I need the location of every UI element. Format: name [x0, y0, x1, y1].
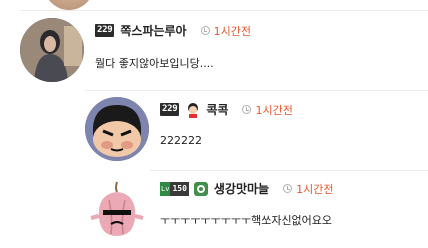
comment-text: ㅜㅜㅜㅜㅜㅜㅜㅜㅜ핵쏘자신없어요오	[160, 214, 333, 227]
divider	[150, 170, 428, 171]
character-emblem-icon	[193, 181, 208, 196]
clock-icon	[283, 184, 293, 193]
comment-text: 뭘다 좋지않아보입니당....	[95, 57, 214, 70]
nickname[interactable]: 콕콕	[206, 101, 228, 118]
timestamp: 1시간전	[255, 103, 293, 117]
avatar[interactable]	[85, 178, 149, 242]
level-prefix: Lv	[160, 181, 171, 196]
avatar-cartoon-icon	[85, 97, 149, 161]
timestamp: 1시간전	[213, 24, 251, 38]
level-badge: Lv 150	[160, 181, 189, 196]
level-badge: 229	[95, 24, 115, 37]
previous-comment-avatar[interactable]	[44, 0, 94, 10]
comment-meta: Lv 150 생강맛마늘 1시간전	[160, 180, 333, 197]
comment-meta: 229 쪽스파는루아 1시간전	[95, 22, 251, 39]
avatar-photo-icon	[20, 18, 84, 82]
timestamp: 1시간전	[296, 182, 334, 196]
avatar-garlic-icon	[85, 178, 149, 242]
level-badge: 229	[160, 103, 180, 116]
divider	[85, 90, 428, 91]
avatar[interactable]	[85, 97, 149, 161]
divider	[20, 10, 428, 11]
character-emblem-icon	[188, 102, 199, 118]
clock-icon	[200, 26, 210, 35]
nickname[interactable]: 생강맛마늘	[214, 180, 269, 197]
comment-text: 222222	[160, 134, 202, 147]
level-number: 150	[170, 181, 189, 196]
nickname[interactable]: 쪽스파는루아	[120, 22, 186, 39]
clock-icon	[242, 105, 252, 114]
avatar[interactable]	[20, 18, 84, 82]
comment-meta: 229 콕콕 1시간전	[160, 101, 293, 118]
